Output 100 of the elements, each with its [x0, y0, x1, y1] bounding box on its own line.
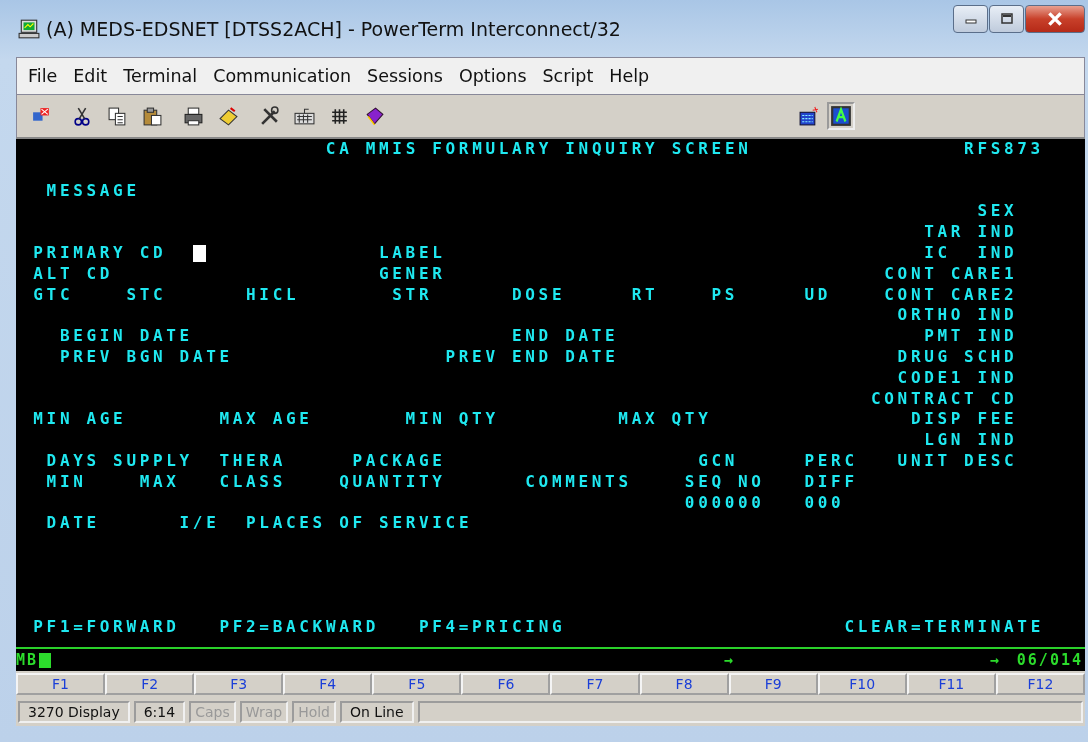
minimize-button[interactable]	[953, 5, 988, 33]
field-label: RT	[631, 284, 659, 306]
field-label: TAR IND	[924, 222, 1018, 243]
field-label: DISP FEE	[910, 409, 1018, 431]
field-label: CODE1 IND	[897, 367, 1018, 389]
field-label: CLEAR=TERMINATE	[844, 617, 1044, 639]
field-label: DRUG SCHD	[897, 346, 1018, 368]
field-label: PS	[711, 284, 739, 306]
field-label: PACKAGE	[352, 450, 446, 472]
menu-item[interactable]: Communication	[206, 66, 359, 86]
field-label: PF1=FORWARD	[33, 617, 180, 639]
field-label: LABEL	[379, 243, 446, 264]
field-label: CLASS	[219, 471, 286, 493]
field-label: SEQ NO	[684, 471, 765, 493]
field-label: PF2=BACKWARD	[219, 617, 380, 639]
status-indicator: Caps	[189, 701, 236, 723]
field-label: CONT CARE2	[884, 284, 1018, 306]
field-label: MAX AGE	[219, 409, 313, 431]
field-label: MESSAGE	[46, 180, 140, 202]
function-key[interactable]: F8	[639, 673, 729, 695]
status-indicator: 3270 Display	[18, 701, 130, 723]
menu-item[interactable]: Terminal	[116, 66, 205, 86]
field-label: PF4=PRICING	[418, 617, 566, 639]
session-indicator: MB	[16, 651, 39, 669]
function-key[interactable]: F9	[728, 673, 818, 695]
field-label: MIN	[46, 471, 87, 493]
field-label: THERA	[219, 450, 286, 472]
field-label: ALT CD	[33, 263, 114, 285]
function-key[interactable]: F6	[461, 673, 551, 695]
field-label: 000	[804, 492, 845, 514]
function-key[interactable]: F3	[194, 673, 284, 695]
function-key[interactable]: F2	[105, 673, 195, 695]
tag-icon[interactable]	[218, 105, 239, 127]
menu-item[interactable]: Edit	[66, 66, 115, 86]
status-indicator: Wrap	[239, 701, 289, 723]
cut-icon[interactable]	[72, 105, 93, 127]
menu-item[interactable]: Options	[452, 66, 534, 86]
field-label: DOSE	[512, 284, 566, 306]
field-label: SEX	[977, 201, 1018, 223]
paste-icon[interactable]	[142, 105, 163, 127]
input-cursor	[192, 244, 206, 262]
function-key[interactable]: F11	[906, 673, 996, 695]
field-label: DIFF	[804, 471, 858, 493]
function-key[interactable]: F10	[817, 673, 907, 695]
field-label: BEGIN DATE	[59, 326, 193, 347]
arrow-indicator: →	[723, 651, 735, 669]
tools-icon[interactable]	[259, 105, 280, 127]
field-label: DAYS SUPPLY	[46, 450, 193, 472]
field-label: ORTHO IND	[897, 305, 1018, 327]
menu-item[interactable]: Help	[602, 66, 657, 86]
screen-heading: RFS873	[964, 139, 1044, 160]
function-key[interactable]: F12	[995, 673, 1085, 695]
field-label: UD	[804, 284, 832, 306]
window-title: (A) MEDS-EDSNET [DTSS2ACH] - PowerTerm Interconnect/32	[46, 17, 621, 40]
field-label: PRIMARY CD	[33, 243, 167, 264]
book-icon[interactable]	[364, 105, 385, 127]
field-label: CONTRACT CD	[871, 388, 1018, 410]
display-toggle-button[interactable]	[827, 102, 855, 130]
function-key[interactable]: F7	[550, 673, 640, 695]
screen-heading: CA MMIS FORMULARY INQUIRY SCREEN	[325, 139, 752, 160]
terminal-window-icon[interactable]	[798, 105, 819, 127]
field-label: 000000	[684, 492, 765, 514]
menu-item[interactable]: Script	[535, 66, 601, 86]
field-label: GCN	[698, 450, 739, 472]
close-icon	[1046, 11, 1064, 27]
field-label: COMMENTS	[525, 471, 632, 493]
field-label: STR	[392, 284, 433, 306]
copy-icon[interactable]	[107, 105, 128, 127]
function-key[interactable]: F4	[283, 673, 373, 695]
field-label: IC IND	[924, 243, 1018, 264]
field-label: I/E	[179, 513, 220, 535]
maximize-button[interactable]	[989, 5, 1024, 33]
field-label: GENER	[379, 263, 446, 285]
field-label: GTC	[33, 284, 74, 306]
field-label: UNIT DESC	[897, 450, 1018, 472]
field-label: PERC	[804, 450, 858, 472]
field-label: DATE	[46, 513, 100, 535]
maximize-icon	[998, 13, 1015, 25]
function-key[interactable]: F5	[372, 673, 462, 695]
field-label: MAX	[139, 471, 180, 493]
field-label: MIN AGE	[33, 409, 127, 431]
menu-item[interactable]: File	[21, 66, 65, 86]
field-label: MAX QTY	[618, 409, 712, 431]
field-label: QUANTITY	[339, 471, 446, 493]
status-indicator: On Line	[340, 701, 414, 723]
status-indicator: 6:14	[133, 701, 186, 723]
field-label: LGN IND	[924, 430, 1018, 451]
arrow-indicator: →	[989, 651, 1001, 669]
field-label: CONT CARE1	[884, 263, 1018, 285]
field-label: STC	[126, 284, 167, 306]
printer-icon[interactable]	[183, 105, 204, 127]
field-label: HICL	[246, 284, 300, 306]
close-button[interactable]	[1025, 5, 1085, 33]
field-label: PLACES OF SERVICE	[246, 513, 473, 535]
field-label: MIN QTY	[405, 409, 499, 431]
function-key[interactable]: F1	[16, 673, 106, 695]
cursor	[39, 652, 52, 668]
field-label: PREV END DATE	[445, 346, 619, 368]
menu-item[interactable]: Sessions	[360, 66, 450, 86]
field-label: PREV BGN DATE	[59, 346, 233, 368]
